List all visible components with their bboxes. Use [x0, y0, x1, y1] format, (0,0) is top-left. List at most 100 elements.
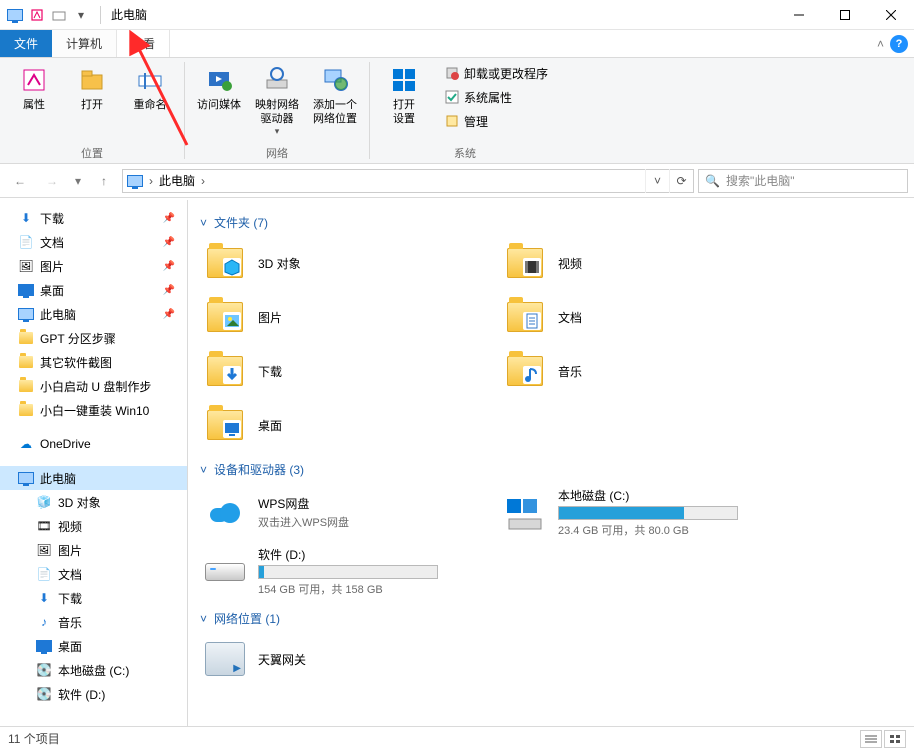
ribbon-access-media[interactable]: 访问媒体 [193, 62, 245, 112]
nav-up-button[interactable]: ↑ [90, 168, 118, 194]
folder-icon [202, 294, 248, 340]
ribbon-uninstall[interactable]: 卸载或更改程序 [440, 62, 552, 84]
folder-item[interactable]: 桌面 [200, 401, 500, 449]
pin-icon: 📌 [163, 309, 175, 320]
folder-icon [502, 294, 548, 340]
netloc-item-gateway[interactable]: 天翼网关 [200, 635, 500, 683]
sidebar-item-music[interactable]: ♪音乐 [0, 610, 187, 634]
drive-item-d[interactable]: 软件 (D:)154 GB 可用，共 158 GB [200, 545, 500, 598]
folder-icon [502, 348, 548, 394]
drive-icon [202, 549, 248, 595]
sidebar-item-pictures2[interactable]: 🖼图片 [0, 538, 187, 562]
folder-item[interactable]: 3D 对象 [200, 239, 500, 287]
ribbon-open[interactable]: 打开 [66, 62, 118, 112]
sidebar-item-desktop2[interactable]: 桌面 [0, 634, 187, 658]
folder-item[interactable]: 图片 [200, 293, 500, 341]
ribbon-label: 重命名 [134, 98, 167, 112]
sidebar-item-gpt[interactable]: GPT 分区步骤 [0, 326, 187, 350]
search-input[interactable]: 🔍 搜索"此电脑" [698, 169, 908, 193]
sidebar-item-thispc-pin[interactable]: 此电脑📌 [0, 302, 187, 326]
cloud-icon [202, 490, 248, 536]
ribbon-properties[interactable]: 属性 [8, 62, 60, 112]
ribbon-manage[interactable]: 管理 [440, 110, 552, 132]
section-folders-header[interactable]: ˅文件夹 (7) [200, 214, 902, 231]
close-button[interactable] [868, 0, 914, 30]
sidebar-item-thispc[interactable]: 此电脑 [0, 466, 187, 490]
folder-item[interactable]: 下载 [200, 347, 500, 395]
breadcrumb-current[interactable]: 此电脑 [159, 172, 195, 189]
main-body: ⬇下载📌 📄文档📌 🖼图片📌 桌面📌 此电脑📌 GPT 分区步骤 其它软件截图 … [0, 200, 914, 726]
navbar: ← → ▾ ↑ › 此电脑 › ˅ ⟳ 🔍 搜索"此电脑" [0, 164, 914, 198]
qat-new-folder-icon[interactable] [50, 6, 68, 24]
collapse-ribbon-icon[interactable]: ˄ [877, 37, 884, 51]
sidebar-item-drive-c[interactable]: 💽本地磁盘 (C:) [0, 658, 187, 682]
nav-back-button[interactable]: ← [6, 168, 34, 194]
pc-icon [18, 306, 34, 322]
sidebar-item-xiaobai-reinstall[interactable]: 小白一键重装 Win10 [0, 398, 187, 422]
drive-item-c[interactable]: 本地磁盘 (C:)23.4 GB 可用，共 80.0 GB [500, 486, 800, 539]
section-drives-header[interactable]: ˅设备和驱动器 (3) [200, 461, 902, 478]
sidebar-item-onedrive[interactable]: ☁OneDrive [0, 432, 187, 456]
search-icon: 🔍 [705, 174, 720, 188]
folder-icon [18, 402, 34, 418]
statusbar: 11 个项目 [0, 726, 914, 750]
view-details-button[interactable] [860, 730, 882, 748]
tab-view[interactable]: 查看 [117, 30, 170, 57]
maximize-button[interactable] [822, 0, 868, 30]
onedrive-icon: ☁ [18, 436, 34, 452]
sidebar-item-xiaobai-usb[interactable]: 小白启动 U 盘制作步 [0, 374, 187, 398]
quick-access-toolbar: ▾ [0, 6, 96, 24]
tab-computer[interactable]: 计算机 [52, 30, 117, 57]
qat-properties-icon[interactable] [28, 6, 46, 24]
sidebar-item-downloads2[interactable]: ⬇下载 [0, 586, 187, 610]
folder-item[interactable]: 文档 [500, 293, 800, 341]
document-icon: 📄 [18, 234, 34, 250]
chevron-right-icon[interactable]: › [201, 174, 205, 188]
ribbon-system-properties[interactable]: 系统属性 [440, 86, 552, 108]
status-text: 11 个项目 [8, 730, 60, 747]
nav-forward-button[interactable]: → [38, 168, 66, 194]
drive-icon: 💽 [36, 662, 52, 678]
sidebar-item-drive-d[interactable]: 💽软件 (D:) [0, 682, 187, 706]
ribbon-map-drive[interactable]: 映射网络 驱动器 ▾ [251, 62, 303, 137]
music-icon: ♪ [36, 614, 52, 630]
sidebar-item-documents2[interactable]: 📄文档 [0, 562, 187, 586]
address-dropdown[interactable]: ˅ [645, 169, 669, 193]
minimize-button[interactable] [776, 0, 822, 30]
ribbon-group-label: 位置 [8, 143, 176, 161]
view-icons-button[interactable] [884, 730, 906, 748]
sidebar-item-3dobjects[interactable]: 🧊3D 对象 [0, 490, 187, 514]
drive-item-wps[interactable]: WPS网盘双击进入WPS网盘 [200, 486, 500, 539]
drive-icon: 💽 [36, 686, 52, 702]
ribbon-open-settings[interactable]: 打开 设置 [378, 62, 430, 126]
uninstall-icon [444, 65, 460, 81]
sidebar-item-pictures[interactable]: 🖼图片📌 [0, 254, 187, 278]
section-netloc-header[interactable]: ˅网络位置 (1) [200, 610, 902, 627]
sidebar-item-documents[interactable]: 📄文档📌 [0, 230, 187, 254]
pin-icon: 📌 [163, 285, 175, 296]
ribbon-group-network: 访问媒体 映射网络 驱动器 ▾ 添加一个 网络位置 网络 [185, 58, 369, 163]
folder-item[interactable]: 视频 [500, 239, 800, 287]
ribbon-label: 打开 设置 [393, 98, 415, 126]
qat-dropdown-icon[interactable]: ▾ [72, 6, 90, 24]
folder-icon [18, 378, 34, 394]
sidebar-item-desktop[interactable]: 桌面📌 [0, 278, 187, 302]
ribbon-group-label: 网络 [193, 143, 361, 161]
ribbon-rename[interactable]: 重命名 [124, 62, 176, 112]
ribbon-label: 添加一个 网络位置 [313, 98, 357, 126]
sidebar-item-videos[interactable]: 🎞视频 [0, 514, 187, 538]
nav-recent-button[interactable]: ▾ [70, 168, 86, 194]
sidebar-item-other-screens[interactable]: 其它软件截图 [0, 350, 187, 374]
search-placeholder: 搜索"此电脑" [726, 172, 795, 189]
addressbar[interactable]: › 此电脑 › ˅ ⟳ [122, 169, 694, 193]
folder-item[interactable]: 音乐 [500, 347, 800, 395]
picture-icon: 🖼 [18, 258, 34, 274]
refresh-button[interactable]: ⟳ [669, 169, 693, 193]
ribbon-label: 卸载或更改程序 [464, 65, 548, 82]
chevron-right-icon[interactable]: › [149, 174, 153, 188]
tab-file[interactable]: 文件 [0, 30, 52, 57]
ribbon-label: 映射网络 驱动器 [255, 98, 299, 126]
help-icon[interactable]: ? [890, 35, 908, 53]
sidebar-item-downloads[interactable]: ⬇下载📌 [0, 206, 187, 230]
ribbon-add-netloc[interactable]: 添加一个 网络位置 [309, 62, 361, 126]
